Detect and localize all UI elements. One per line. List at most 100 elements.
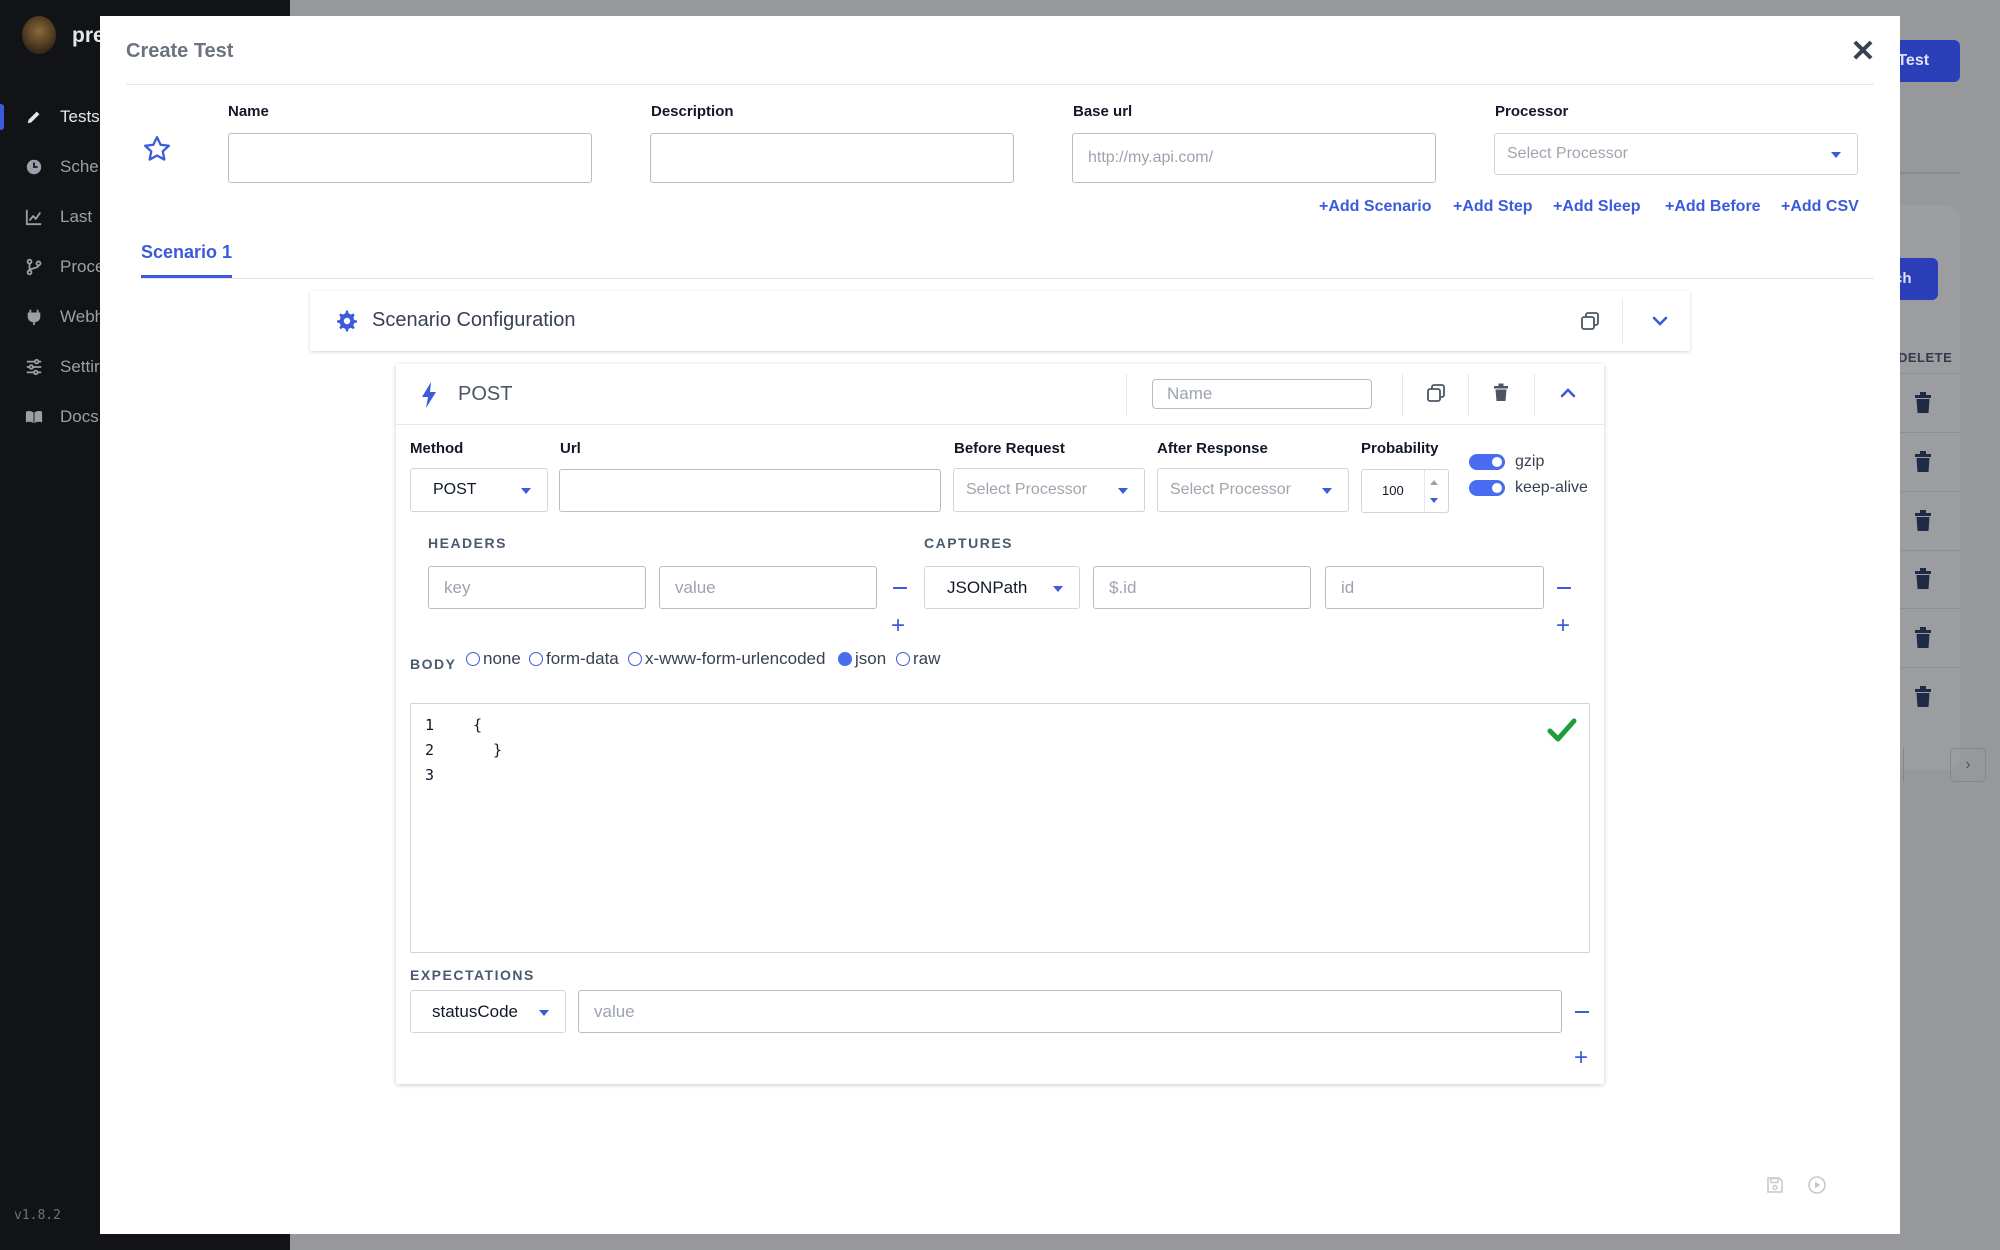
captures-section-title: CAPTURES xyxy=(924,535,1014,551)
capture-type-select[interactable]: JSONPath xyxy=(924,566,1080,609)
sidebar-item-label: Last xyxy=(60,207,93,226)
trash-icon[interactable] xyxy=(1914,392,1932,414)
chevron-down-icon[interactable] xyxy=(1650,311,1670,331)
chevron-down-icon xyxy=(1053,586,1063,592)
method-label: Method xyxy=(410,440,464,457)
tabs-divider xyxy=(141,278,1874,279)
add-csv-link[interactable]: +Add CSV xyxy=(1781,198,1859,216)
body-radio-raw[interactable]: raw xyxy=(896,649,940,669)
gzip-label: gzip xyxy=(1515,453,1545,470)
modal-title: Create Test xyxy=(126,40,234,62)
body-code-editor[interactable]: 1 { 2 } 3 xyxy=(410,703,1590,953)
close-icon[interactable]: ✕ xyxy=(1848,37,1878,68)
plug-icon xyxy=(24,307,44,327)
expectation-value-input[interactable]: value xyxy=(578,990,1562,1033)
clock-icon xyxy=(24,157,44,177)
sidebar-item-label: Settir xyxy=(60,357,100,376)
body-radio-json[interactable]: json xyxy=(838,649,886,669)
keep-alive-label: keep-alive xyxy=(1515,479,1588,496)
add-expectation-icon[interactable]: + xyxy=(1574,1046,1588,1070)
add-scenario-link[interactable]: +Add Scenario xyxy=(1319,198,1431,216)
before-request-select[interactable]: Select Processor xyxy=(953,468,1145,512)
radio-label: json xyxy=(855,649,887,668)
valid-check-icon xyxy=(1547,716,1577,744)
pencil-icon xyxy=(24,107,44,127)
body-radio-none[interactable]: none xyxy=(466,649,521,669)
radio-label: none xyxy=(483,649,521,668)
step-method-title: POST xyxy=(458,383,513,405)
line-number: 3 xyxy=(425,766,435,784)
divider xyxy=(1468,374,1469,416)
after-response-label: After Response xyxy=(1157,440,1268,457)
method-select-value: POST xyxy=(433,481,477,498)
line-number: 2 xyxy=(425,741,435,759)
remove-header-icon[interactable] xyxy=(893,587,907,589)
url-input[interactable] xyxy=(559,469,941,512)
trash-icon[interactable] xyxy=(1914,627,1932,649)
sidebar-item-label: Proce xyxy=(60,257,105,276)
divider xyxy=(1622,299,1623,343)
capture-path-input[interactable]: $.id xyxy=(1093,566,1311,609)
probability-value: 100 xyxy=(1382,483,1404,498)
trash-icon[interactable] xyxy=(1914,451,1932,473)
trash-icon[interactable] xyxy=(1914,686,1932,708)
processor-select[interactable]: Select Processor xyxy=(1494,133,1858,175)
method-select[interactable]: POST xyxy=(410,468,548,512)
header-divider xyxy=(1898,172,1960,174)
sliders-icon xyxy=(24,357,44,377)
body-radio-form-data[interactable]: form-data xyxy=(529,649,619,669)
scenario-configuration-panel[interactable]: Scenario Configuration xyxy=(310,291,1690,351)
header-value-input[interactable]: value xyxy=(659,566,877,609)
body-radio-urlencoded[interactable]: x-www-form-urlencoded xyxy=(628,649,825,669)
modal-divider xyxy=(126,84,1874,85)
save-icon[interactable] xyxy=(1766,1176,1784,1194)
app-logo[interactable] xyxy=(22,16,56,54)
trash-icon[interactable] xyxy=(1914,568,1932,590)
gzip-toggle[interactable] xyxy=(1469,454,1505,470)
remove-expectation-icon[interactable] xyxy=(1575,1011,1589,1013)
radio-circle xyxy=(466,652,480,666)
add-capture-icon[interactable]: + xyxy=(1556,614,1570,638)
pager-next[interactable]: › xyxy=(1950,748,1986,782)
copy-icon[interactable] xyxy=(1426,383,1448,405)
keep-alive-toggle[interactable] xyxy=(1469,480,1505,496)
chevron-up-icon[interactable] xyxy=(1558,383,1580,405)
remove-capture-icon[interactable] xyxy=(1557,587,1571,589)
star-icon[interactable] xyxy=(142,134,172,164)
add-step-link[interactable]: +Add Step xyxy=(1453,198,1533,216)
trash-icon[interactable] xyxy=(1492,383,1514,405)
name-input[interactable] xyxy=(228,133,592,183)
radio-label: form-data xyxy=(546,649,619,668)
capture-name-input[interactable]: id xyxy=(1325,566,1544,609)
radio-circle-checked xyxy=(838,652,852,666)
expectation-type-select[interactable]: statusCode xyxy=(410,990,566,1033)
copy-icon[interactable] xyxy=(1580,311,1600,331)
add-before-link[interactable]: +Add Before xyxy=(1665,198,1761,216)
processor-select-placeholder: Select Processor xyxy=(1507,145,1628,162)
play-icon[interactable] xyxy=(1808,1176,1826,1194)
expectations-section-title: EXPECTATIONS xyxy=(410,967,535,983)
radio-label: raw xyxy=(913,649,941,668)
add-sleep-link[interactable]: +Add Sleep xyxy=(1553,198,1641,216)
probability-input[interactable]: 100 xyxy=(1361,469,1449,513)
delete-column-header: DELETE xyxy=(1898,350,1953,365)
trash-icon[interactable] xyxy=(1914,510,1932,532)
step-header-divider xyxy=(396,424,1604,425)
header-key-input[interactable]: key xyxy=(428,566,646,609)
gear-icon xyxy=(335,309,359,333)
before-request-label: Before Request xyxy=(954,440,1065,457)
tab-scenario-1[interactable]: Scenario 1 xyxy=(141,242,233,278)
step-name-input[interactable]: Name xyxy=(1152,379,1372,409)
code-line: } xyxy=(493,741,503,759)
radio-circle xyxy=(896,652,910,666)
before-request-placeholder: Select Processor xyxy=(966,481,1087,498)
add-header-icon[interactable]: + xyxy=(891,614,905,638)
stepper-down-icon[interactable] xyxy=(1430,498,1438,503)
base-url-input[interactable]: http://my.api.com/ xyxy=(1072,133,1436,183)
scenario-configuration-title: Scenario Configuration xyxy=(372,309,576,331)
url-label: Url xyxy=(560,440,581,457)
radio-circle xyxy=(529,652,543,666)
description-input[interactable] xyxy=(650,133,1014,183)
stepper-up-icon[interactable] xyxy=(1430,480,1438,485)
after-response-select[interactable]: Select Processor xyxy=(1157,468,1349,512)
